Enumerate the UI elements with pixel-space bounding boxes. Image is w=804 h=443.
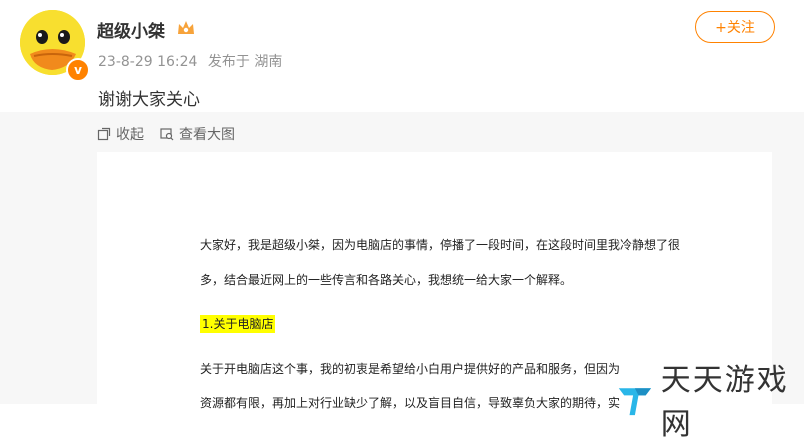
verified-badge-icon: v [66,58,90,82]
doc-heading: 1.关于电脑店 [200,315,276,333]
post-header: v 超级小桀 23-8-29 16:24 发布于 湖南 +关注 谢谢大家关心 [0,0,804,112]
collapse-button[interactable]: 收起 [97,124,144,144]
crown-icon [178,21,194,34]
watermark-logo-icon [618,388,652,416]
highlighted-heading: 1.关于电脑店 [200,315,276,333]
post-location: 发布于 湖南 [207,54,283,70]
follow-button[interactable]: +关注 [695,11,775,43]
post-text: 谢谢大家关心 [98,90,200,110]
media-toolbar: 收起 查看大图 [97,124,235,144]
view-large-button[interactable]: 查看大图 [160,124,235,144]
user-name[interactable]: 超级小桀 [97,17,165,42]
zoom-image-icon [160,128,174,141]
doc-line: 多，结合最近网上的一些传言和各路关心，我想统一给大家一个解释。 [200,273,573,287]
collapse-label: 收起 [116,127,144,143]
post-time[interactable]: 23-8-29 16:24 [98,54,197,70]
doc-line: 大家好，我是超级小桀，因为电脑店的事情，停播了一段时间，在这段时间里我冷静想了很 [200,238,681,252]
watermark-text: 天天游戏网 [660,363,789,442]
post-meta: 23-8-29 16:24 发布于 湖南 [98,51,288,71]
doc-line: 关于开电脑店这个事，我的初衷是希望给小白用户提供好的产品和服务，但因为 [200,362,621,376]
collapse-icon [97,127,111,141]
view-large-label: 查看大图 [179,127,235,143]
doc-line: 资源都有限，再加上对行业缺少了解，以及盲目自信，导致辜负大家的期待，实 [200,396,621,410]
watermark: 天天游戏网 [617,355,804,443]
